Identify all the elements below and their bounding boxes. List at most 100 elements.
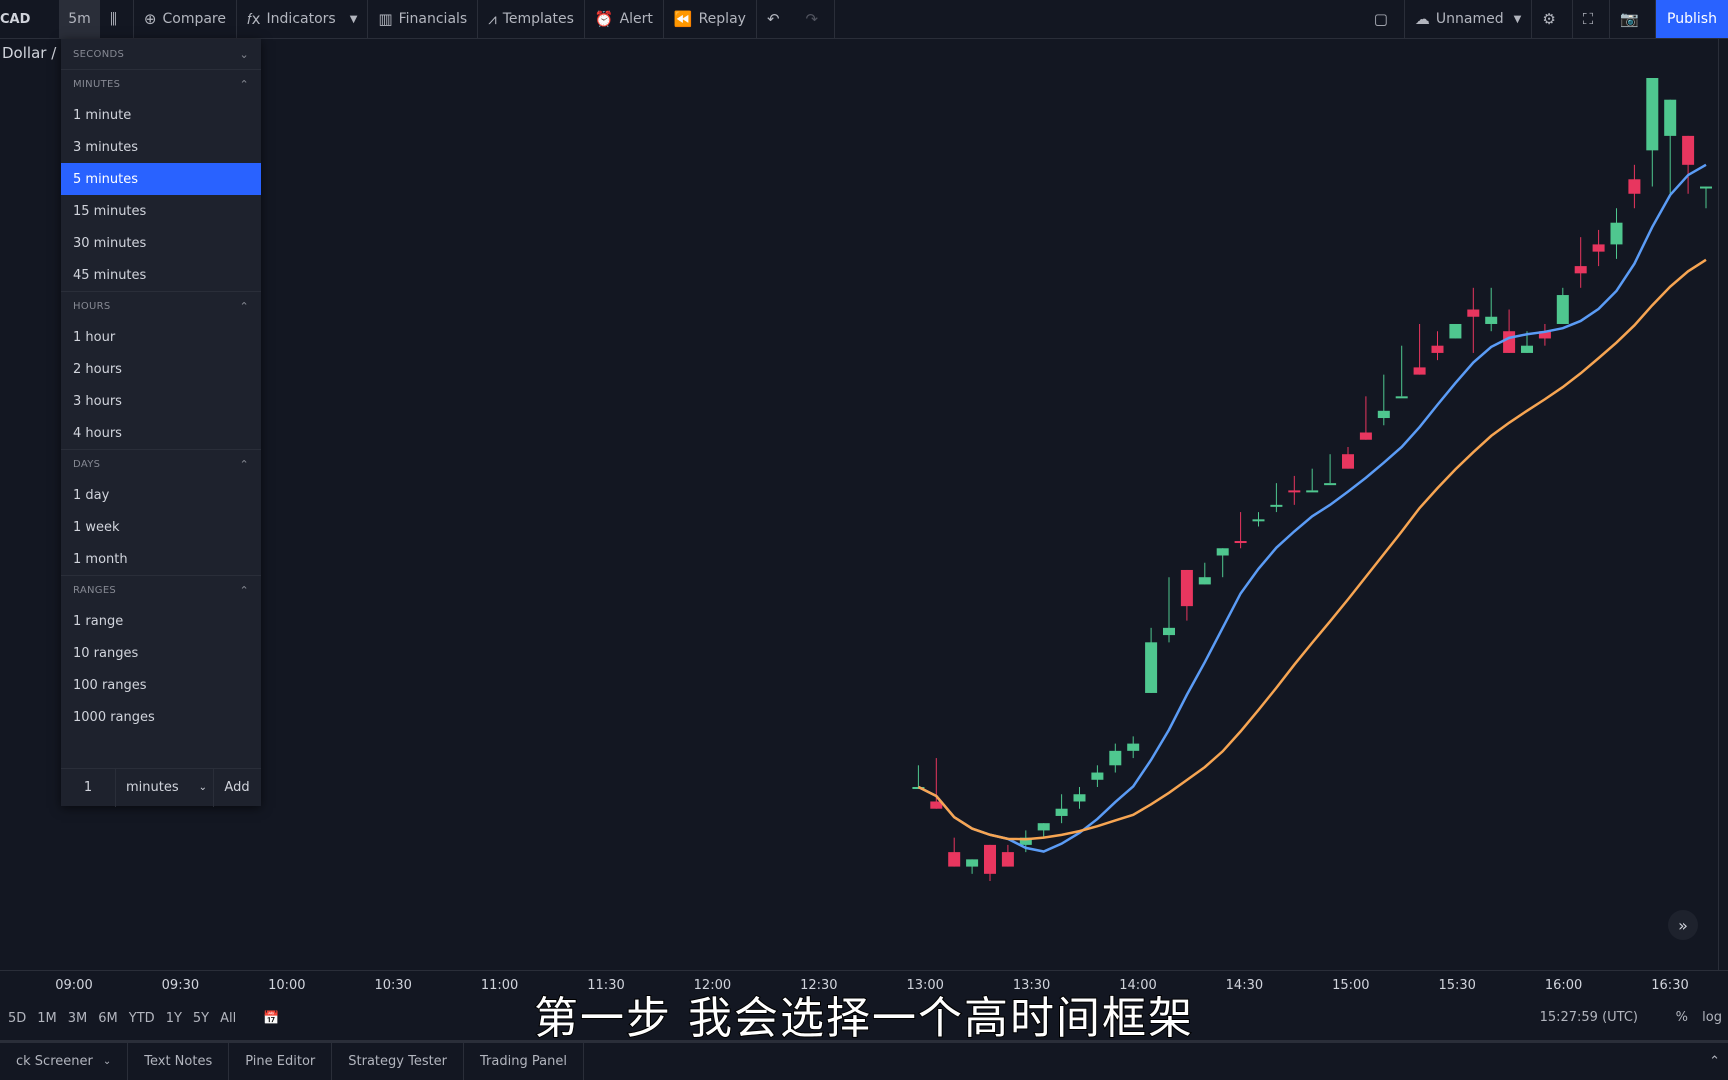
financials-button[interactable]: ▥ Financials <box>368 0 479 38</box>
candle <box>1449 323 1462 339</box>
candle-body <box>1610 222 1623 245</box>
tab-label: ck Screener <box>16 1054 93 1069</box>
symbol-search[interactable]: CAD <box>0 0 60 38</box>
chevron-up-icon: ⌃ <box>239 458 249 471</box>
settings-button[interactable]: ⚙ <box>1532 0 1573 38</box>
chevron-down-icon[interactable]: ▼ <box>350 14 358 25</box>
price-axis[interactable] <box>1718 38 1728 970</box>
candle <box>1664 99 1677 194</box>
chevron-up-icon: ⌃ <box>239 584 249 597</box>
candle <box>1395 345 1408 399</box>
menu-item-30-minutes[interactable]: 30 minutes <box>61 227 261 259</box>
rewind-icon: ⏪ <box>673 10 693 28</box>
menu-item-100-ranges[interactable]: 100 ranges <box>61 669 261 701</box>
menu-item-1-month[interactable]: 1 month <box>61 543 261 575</box>
candle-body <box>1377 410 1390 419</box>
candle <box>1001 844 1014 867</box>
menu-item-3-minutes[interactable]: 3 minutes <box>61 131 261 163</box>
menu-item-1-week[interactable]: 1 week <box>61 511 261 543</box>
candle-body <box>1342 454 1354 469</box>
interval-value-input[interactable]: 1 <box>61 768 116 807</box>
section-header-days[interactable]: DAYS ⌃ <box>61 449 261 479</box>
candle <box>1359 396 1372 440</box>
candle <box>1503 309 1516 353</box>
ma-slow-line <box>917 258 1707 841</box>
candle <box>1234 512 1247 549</box>
legend-title: Dollar / <box>2 44 57 62</box>
candle-body <box>1431 345 1444 353</box>
candle-body <box>1216 548 1229 556</box>
alert-label: Alert <box>619 11 653 27</box>
interval-unit-select[interactable]: minutes ⌄ <box>116 768 214 807</box>
resolution-button[interactable]: 5m <box>60 0 100 38</box>
alert-button[interactable]: ⏰ Alert <box>585 0 664 38</box>
candle-body <box>1359 432 1372 440</box>
candle-body <box>1413 367 1426 375</box>
custom-interval-row: 1 minutes ⌄ Add <box>61 768 261 807</box>
tab-strategy-tester[interactable]: Strategy Tester <box>332 1043 465 1080</box>
indicators-button[interactable]: 𝑓x Indicators ▼ <box>237 0 369 38</box>
templates-button[interactable]: ⩘ Templates <box>478 0 585 38</box>
fullscreen-button[interactable]: ⛶ <box>1573 0 1611 38</box>
tab-pine-editor[interactable]: Pine Editor <box>229 1043 333 1080</box>
candle-body <box>1628 179 1641 194</box>
redo-icon: ↷ <box>805 10 819 28</box>
menu-item-1-minute[interactable]: 1 minute <box>61 99 261 131</box>
layout-button[interactable]: ▢ <box>1364 0 1405 38</box>
candle-body <box>1395 396 1408 399</box>
candles-icon: ⫼ <box>110 10 117 28</box>
chevron-up-icon[interactable]: ⌃ <box>1709 1054 1728 1069</box>
menu-item-1-hour[interactable]: 1 hour <box>61 321 261 353</box>
menu-item-45-minutes[interactable]: 45 minutes <box>61 259 261 291</box>
candle <box>1377 374 1390 426</box>
minutes-header-label: MINUTES <box>73 79 121 90</box>
hours-header-label: HOURS <box>73 301 111 312</box>
layout-name-button[interactable]: ☁ Unnamed ▼ <box>1405 0 1533 38</box>
menu-item-15-minutes[interactable]: 15 minutes <box>61 195 261 227</box>
candle-body <box>1198 577 1211 585</box>
menu-item-5-minutes[interactable]: 5 minutes <box>61 163 261 195</box>
menu-item-4-hours[interactable]: 4 hours <box>61 417 261 449</box>
candle <box>1646 78 1659 187</box>
resolution-label: 5m <box>68 11 91 27</box>
scroll-to-realtime-button[interactable]: » <box>1668 910 1698 940</box>
undo-button[interactable]: ↶ <box>757 0 796 38</box>
section-header-seconds[interactable]: SECONDS ⌄ <box>61 39 261 69</box>
add-interval-button[interactable]: Add <box>214 780 260 795</box>
publish-button[interactable]: Publish <box>1656 0 1728 38</box>
section-header-minutes[interactable]: MINUTES ⌃ <box>61 69 261 99</box>
candle <box>1538 323 1551 346</box>
candle-body <box>1252 519 1265 522</box>
candle <box>1270 483 1283 513</box>
candle-body <box>1180 569 1193 607</box>
candle-body <box>1503 331 1516 353</box>
menu-item-1-day[interactable]: 1 day <box>61 479 261 511</box>
templates-icon: ⩘ <box>488 10 497 28</box>
chart-type-button[interactable]: ⫼ <box>100 0 134 38</box>
candle-body <box>1270 504 1283 507</box>
candle-body <box>1521 345 1533 353</box>
menu-item-2-hours[interactable]: 2 hours <box>61 353 261 385</box>
menu-item-1000-ranges[interactable]: 1000 ranges <box>61 701 261 733</box>
candle-body <box>984 844 996 874</box>
replay-button[interactable]: ⏪ Replay <box>664 0 757 38</box>
top-toolbar: CAD 5m ⫼ ⊕ Compare 𝑓x Indicators ▼ ▥ Financi… <box>0 0 1728 39</box>
candle-body <box>1592 244 1605 252</box>
menu-item-3-hours[interactable]: 3 hours <box>61 385 261 417</box>
candle <box>1180 569 1193 621</box>
candle <box>1145 627 1158 693</box>
menu-item-10-ranges[interactable]: 10 ranges <box>61 637 261 669</box>
candle <box>1628 164 1641 209</box>
section-header-ranges[interactable]: RANGES ⌃ <box>61 575 261 605</box>
tab-stock-screener[interactable]: ck Screener ⌄ <box>0 1043 129 1080</box>
section-header-hours[interactable]: HOURS ⌃ <box>61 291 261 321</box>
menu-item-1-range[interactable]: 1 range <box>61 605 261 637</box>
redo-button[interactable]: ↷ <box>796 0 836 38</box>
snapshot-button[interactable]: 📷 <box>1610 0 1656 38</box>
tab-trading-panel[interactable]: Trading Panel <box>464 1043 584 1080</box>
double-chevron-right-icon: » <box>1678 915 1688 935</box>
chevron-down-icon: ▼ <box>1513 13 1522 25</box>
compare-button[interactable]: ⊕ Compare <box>134 0 237 38</box>
tab-text-notes[interactable]: Text Notes <box>128 1043 230 1080</box>
candle-body <box>1037 823 1050 831</box>
